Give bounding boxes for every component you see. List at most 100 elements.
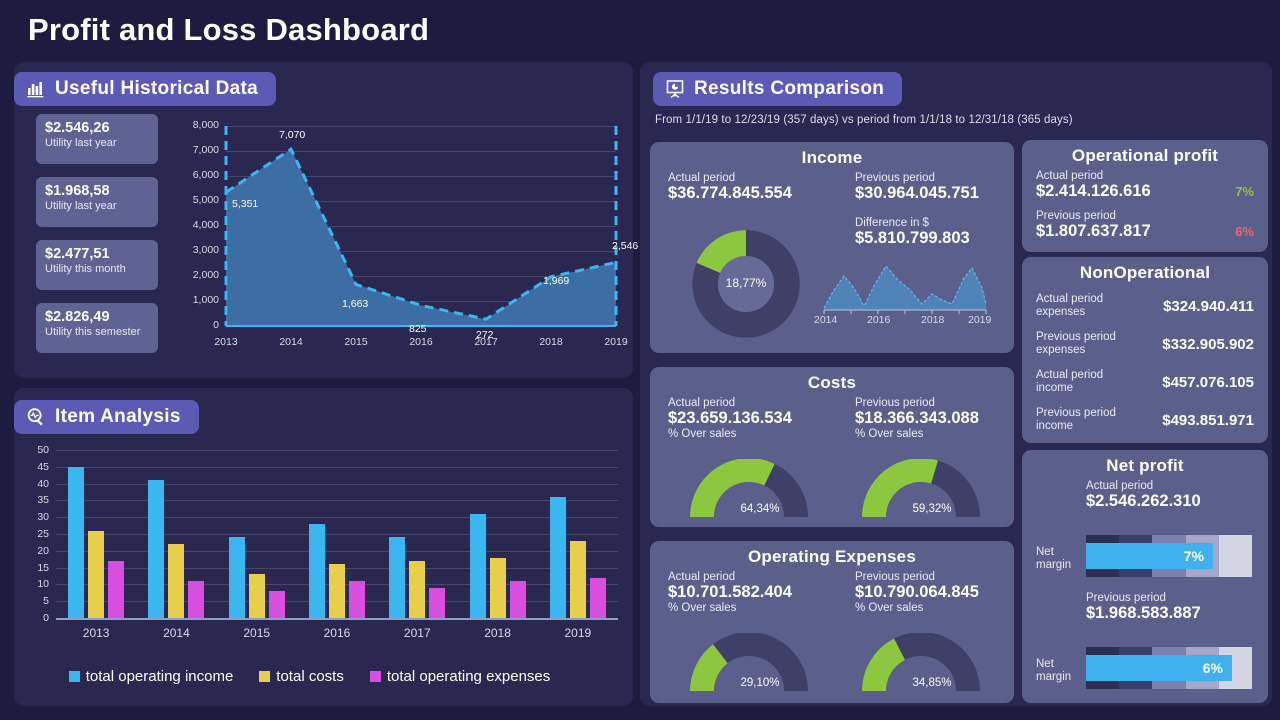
y-axis-tick: 50 [37, 444, 49, 456]
netprofit-actual-margin-label: Net margin [1036, 546, 1084, 572]
costs-actual-gauge-value: 64,34% [740, 503, 780, 515]
costs-previous-gauge[interactable]: 59,32% [862, 458, 980, 521]
legend-item[interactable]: total operating expenses [369, 668, 550, 685]
kpi-tile[interactable]: $2.826,49 Utility this semester [36, 303, 158, 353]
bar[interactable] [268, 591, 285, 618]
data-label: 7,070 [279, 129, 306, 142]
opex-actual-value: $10.701.582.404 [668, 583, 792, 601]
bar[interactable] [248, 574, 265, 618]
presentation-chart-icon [665, 79, 685, 99]
bar[interactable] [228, 537, 245, 618]
opprofit-previous-pct: 6% [1235, 224, 1254, 239]
panel-title-historical: Useful Historical Data [55, 78, 258, 99]
x-axis-tick: 2019 [564, 626, 592, 640]
bar[interactable] [168, 544, 185, 618]
y-axis-tick: 45 [37, 460, 49, 473]
kpi-tile[interactable]: $2.546,26 Utility last year [36, 114, 158, 164]
bar[interactable] [549, 497, 566, 618]
costs-actual-block: Actual period $23.659.136.534 % Over sal… [668, 397, 792, 440]
x-axis-tick: 2019 [604, 336, 628, 348]
opex-previous-gauge[interactable]: 34,85% [862, 632, 980, 695]
kpi-tile[interactable]: $2.477,51 Utility this month [36, 240, 158, 290]
costs-actual-over-label: % Over sales [668, 428, 737, 440]
costs-actual-gauge[interactable]: 64,34% [690, 458, 808, 521]
nonoperational-row-label: Previous period income [1036, 407, 1116, 432]
income-previous-block: Previous period $30.964.045.751 [855, 172, 979, 203]
y-axis-tick: 35 [37, 494, 49, 507]
bar[interactable] [329, 564, 345, 618]
x-axis-tick: 2015 [344, 336, 368, 348]
spark-tick: 2018 [921, 314, 945, 326]
legend-label: total operating income [85, 668, 234, 685]
bar[interactable] [309, 523, 325, 618]
card-net-profit: Net profit Actual period $2.546.262.310 … [1022, 450, 1268, 703]
opex-actual-block: Actual period $10.701.582.404 % Over sal… [668, 571, 792, 614]
historical-area-chart[interactable]: 0 1,000 2,000 3,000 4,000 5,000 6,000 7,000 8,00… [180, 118, 639, 358]
bar[interactable] [489, 557, 506, 618]
income-donut-value: 18,77% [725, 276, 767, 290]
panel-header-results[interactable]: Results Comparison [653, 72, 903, 106]
income-difference-block: Difference in $ $5.810.799.803 [855, 217, 970, 248]
gridline [56, 517, 618, 519]
netprofit-previous-margin-bullet[interactable]: 6% [1086, 647, 1253, 689]
panel-header-historical[interactable]: Useful Historical Data [14, 72, 276, 106]
opprofit-actual-pct: 7% [1235, 184, 1254, 199]
panel-title-results: Results Comparison [694, 78, 885, 99]
bar[interactable] [589, 577, 606, 618]
results-period-subtitle: From 1/1/19 to 12/23/19 (357 days) vs pe… [655, 114, 1073, 126]
bar[interactable] [389, 537, 406, 618]
y-axis-tick: 0 [43, 612, 49, 624]
data-label: 5,351 [232, 198, 259, 211]
opprofit-previous-block: Previous period $1.807.637.817 [1036, 210, 1151, 241]
kpi-value: $2.826,49 [45, 309, 110, 325]
income-donut-chart[interactable]: 18,77% [692, 230, 800, 338]
bar[interactable] [68, 466, 85, 618]
kpi-tile[interactable]: $1.968,58 Utility last year [36, 177, 158, 227]
opex-actual-gauge[interactable]: 29,10% [690, 632, 808, 695]
bar[interactable] [188, 581, 205, 618]
costs-actual-value: $23.659.136.534 [668, 409, 792, 427]
card-title-costs: Costs [807, 373, 857, 392]
income-previous-value: $30.964.045.751 [855, 184, 979, 202]
kpi-label: Utility last year [45, 200, 117, 212]
panel-header-item-analysis[interactable]: Item Analysis [14, 400, 199, 434]
y-axis-tick: 20 [37, 544, 49, 557]
kpi-label: Utility this month [45, 263, 126, 275]
x-axis-tick: 2017 [403, 626, 431, 640]
bar[interactable] [349, 581, 365, 618]
page-title: Profit and Loss Dashboard [28, 12, 430, 47]
kpi-value: $2.477,51 [45, 246, 110, 262]
income-sparkline-chart[interactable]: 2014 2016 2018 2019 [814, 256, 992, 326]
bar[interactable] [88, 530, 105, 618]
netprofit-previous-margin-pct: 6% [1202, 660, 1223, 676]
area-series [224, 126, 618, 327]
nonoperational-row-label: Previous period expenses [1036, 331, 1116, 356]
opex-previous-value: $10.790.064.845 [855, 583, 979, 601]
bar[interactable] [409, 560, 426, 618]
gridline [56, 450, 618, 451]
bullet-fill: 6% [1086, 655, 1232, 681]
gridline [56, 466, 618, 468]
card-title-operational-profit: Operational profit [1071, 146, 1219, 165]
netprofit-actual-block: Actual period $2.546.262.310 [1086, 480, 1201, 511]
opprofit-previous-value: $1.807.637.817 [1036, 222, 1151, 240]
y-axis-tick: 15 [37, 561, 49, 574]
bar[interactable] [469, 513, 486, 618]
legend-item[interactable]: total operating income [68, 668, 234, 685]
bar[interactable] [108, 560, 125, 618]
bar[interactable] [429, 587, 446, 618]
bar[interactable] [509, 581, 526, 618]
spark-tick: 2016 [867, 314, 891, 326]
bar[interactable] [148, 480, 165, 618]
card-operating-expenses: Operating Expenses Actual period $10.701… [650, 541, 1014, 703]
item-analysis-bar-chart[interactable]: 0 5 10 15 20 25 30 35 40 45 50 2013 2014 2015 2016 2017… [24, 444, 624, 644]
bar[interactable] [569, 540, 586, 618]
nonoperational-row-value: $493.851.971 [1162, 411, 1254, 429]
panel-title-item-analysis: Item Analysis [55, 406, 181, 427]
opprofit-actual-block: Actual period $2.414.126.616 [1036, 170, 1151, 201]
netprofit-actual-value: $2.546.262.310 [1086, 492, 1201, 510]
legend-item[interactable]: total costs [259, 668, 344, 685]
kpi-value: $2.546,26 [45, 120, 110, 136]
netprofit-actual-margin-bullet[interactable]: 7% [1086, 535, 1253, 577]
net-margin-text: Net margin [1036, 658, 1072, 683]
